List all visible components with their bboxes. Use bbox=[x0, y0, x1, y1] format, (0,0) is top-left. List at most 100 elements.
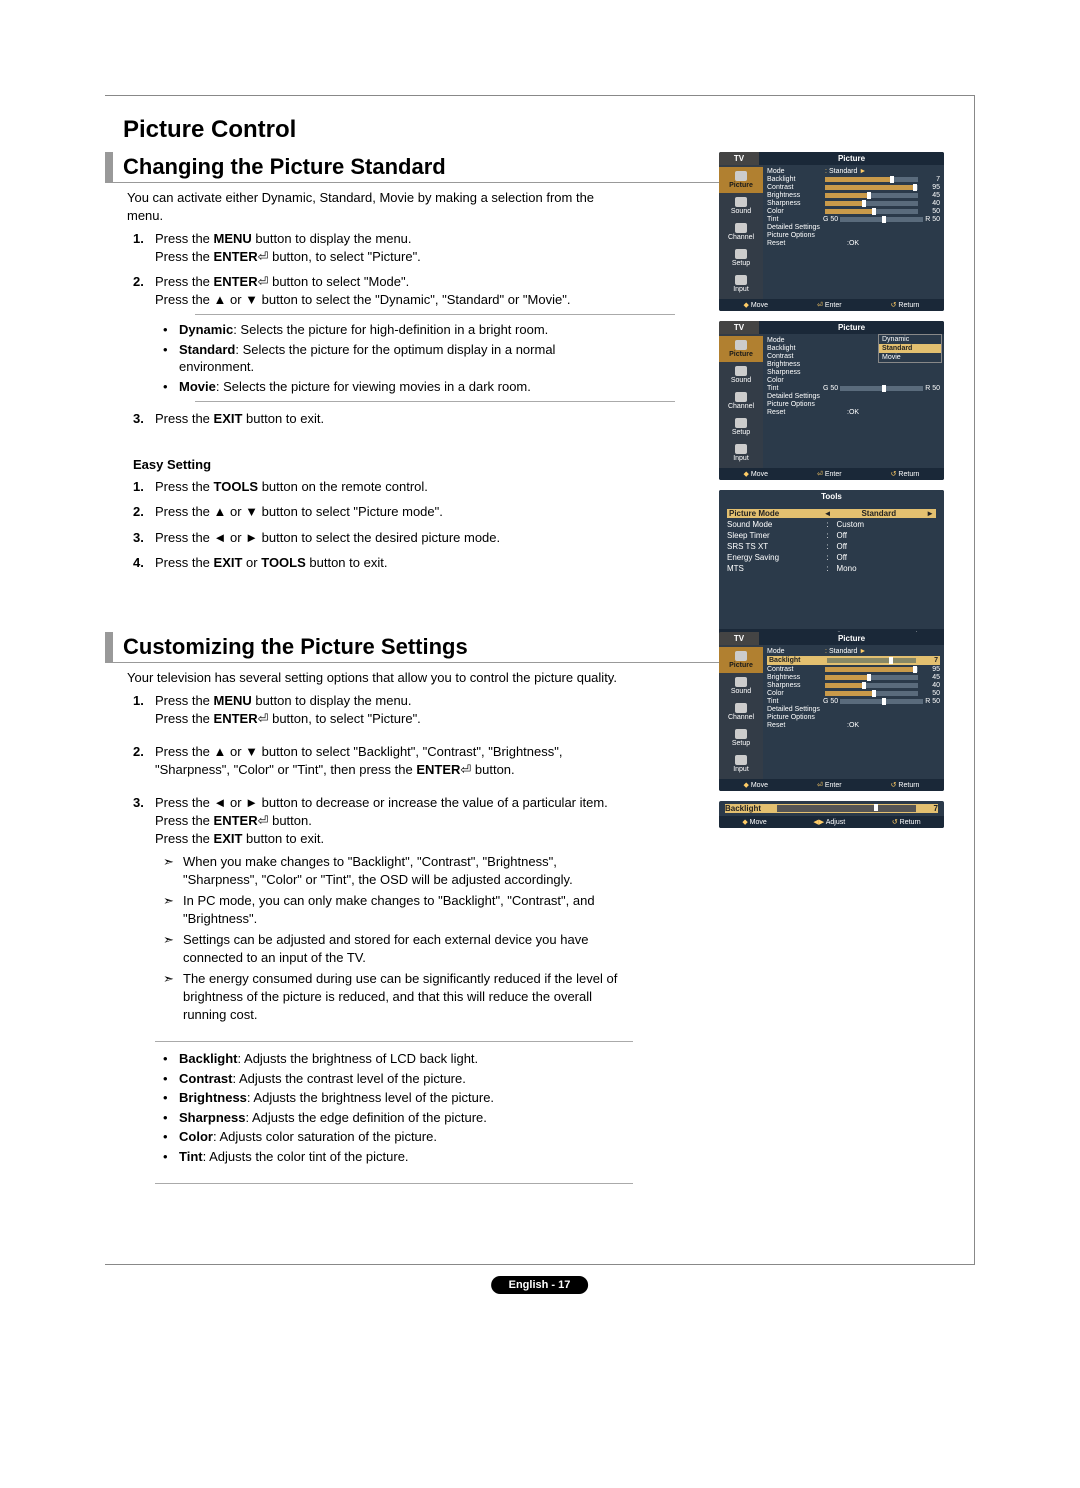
tools-srs[interactable]: SRS TS XT:Off bbox=[727, 542, 936, 551]
step-text: Press the EXIT or TOOLS button to exit. bbox=[155, 555, 387, 570]
tools-sleep-timer[interactable]: Sleep Timer:Off bbox=[727, 531, 936, 540]
row-backlight-selected[interactable]: Backlight7 bbox=[767, 656, 940, 665]
osd-sidebar: Picture Sound Channel Setup Input bbox=[719, 334, 763, 468]
enter-hint: Enter bbox=[817, 470, 842, 478]
row-contrast[interactable]: Contrast95 bbox=[767, 184, 940, 191]
divider bbox=[195, 401, 675, 402]
easy-step-1: 1.Press the TOOLS button on the remote c… bbox=[133, 478, 633, 496]
divider bbox=[195, 314, 675, 315]
row-color[interactable]: Color50 bbox=[767, 208, 940, 215]
row-options[interactable]: Picture Options bbox=[767, 714, 940, 721]
nav-picture[interactable]: Picture bbox=[719, 336, 763, 362]
nav-setup[interactable]: Setup bbox=[719, 725, 763, 751]
row-mode[interactable]: Mode:Standard► bbox=[767, 648, 940, 655]
opt-standard[interactable]: Standard bbox=[879, 344, 941, 353]
tools-picture-mode[interactable]: Picture Mode◄ Standard ► bbox=[727, 509, 936, 518]
row-detailed[interactable]: Detailed Settings bbox=[767, 224, 940, 231]
easy-step-3: 3.Press the ◄ or ► button to select the … bbox=[133, 529, 633, 547]
row-brightness[interactable]: Brightness45 bbox=[767, 192, 940, 199]
step-text: Press the TOOLS button on the remote con… bbox=[155, 479, 428, 494]
opt-movie[interactable]: Movie bbox=[879, 353, 941, 362]
osd-footer: Move Enter Return bbox=[719, 779, 944, 791]
row-sharpness[interactable]: Sharpness40 bbox=[767, 682, 940, 689]
tv-badge: TV bbox=[719, 152, 759, 165]
definitions-list: Backlight: Adjusts the brightness of LCD… bbox=[155, 1050, 633, 1165]
row-tint[interactable]: TintG 50R 50 bbox=[767, 385, 940, 392]
row-reset[interactable]: Reset: OK bbox=[767, 240, 940, 247]
tools-sound-mode[interactable]: Sound Mode:Custom bbox=[727, 520, 936, 529]
row-color[interactable]: Color50 bbox=[767, 690, 940, 697]
intro-text: You can activate either Dynamic, Standar… bbox=[127, 189, 617, 224]
page-title: Picture Control bbox=[123, 116, 944, 144]
divider bbox=[155, 1183, 633, 1184]
opt-dynamic[interactable]: Dynamic bbox=[879, 335, 941, 344]
row-backlight[interactable]: Backlight7 bbox=[767, 176, 940, 183]
note-4: The energy consumed during use can be si… bbox=[169, 970, 633, 1023]
nav-sound[interactable]: Sound bbox=[719, 362, 763, 388]
step-3: 3. Press the EXIT button to exit. bbox=[133, 410, 633, 428]
def-color: Color: Adjusts color saturation of the p… bbox=[169, 1128, 633, 1146]
nav-picture[interactable]: Picture bbox=[719, 647, 763, 673]
step-text: Press the ▲ or ▼ button to select "Backl… bbox=[155, 744, 562, 777]
osd-tools: Tools Picture Mode◄ Standard ► Sound Mod… bbox=[719, 490, 944, 641]
steps-list: 1. Press the MENU button to display the … bbox=[133, 230, 633, 428]
bullet-movie: Movie: Selects the picture for viewing m… bbox=[169, 378, 633, 396]
return-hint: Return bbox=[891, 301, 920, 309]
def-contrast: Contrast: Adjusts the contrast level of … bbox=[169, 1070, 633, 1088]
channel-icon bbox=[735, 392, 747, 402]
page-number-badge: English - 17 bbox=[491, 1276, 589, 1294]
step-text: Press the ENTER⏎ button to select "Mode"… bbox=[155, 274, 570, 307]
row-mode[interactable]: Mode:Standard► bbox=[767, 168, 940, 175]
row-contrast[interactable]: Contrast95 bbox=[767, 666, 940, 673]
adjust-hint: Adjust bbox=[813, 818, 845, 826]
tools-energy[interactable]: Energy Saving:Off bbox=[727, 553, 936, 562]
row-color[interactable]: Color bbox=[767, 377, 940, 384]
easy-step-2: 2.Press the ▲ or ▼ button to select "Pic… bbox=[133, 503, 633, 521]
step-2: 2. Press the ▲ or ▼ button to select "Ba… bbox=[133, 743, 633, 778]
row-reset[interactable]: Reset: OK bbox=[767, 409, 940, 416]
row-tint[interactable]: TintG 50R 50 bbox=[767, 698, 940, 705]
nav-setup[interactable]: Setup bbox=[719, 414, 763, 440]
row-sharpness[interactable]: Sharpness40 bbox=[767, 200, 940, 207]
easy-step-4: 4.Press the EXIT or TOOLS button to exit… bbox=[133, 554, 633, 572]
row-detailed[interactable]: Detailed Settings bbox=[767, 706, 940, 713]
nav-sound[interactable]: Sound bbox=[719, 673, 763, 699]
backlight-slider[interactable]: Backlight 7 bbox=[725, 804, 938, 813]
osd-title: Picture bbox=[759, 321, 944, 334]
picture-icon bbox=[735, 651, 747, 661]
row-detailed[interactable]: Detailed Settings bbox=[767, 393, 940, 400]
row-sharpness[interactable]: Sharpness bbox=[767, 369, 940, 376]
nav-setup[interactable]: Setup bbox=[719, 245, 763, 271]
osd-column: TV Picture Picture Sound Channel Setup I… bbox=[719, 152, 944, 651]
nav-input[interactable]: Input bbox=[719, 440, 763, 466]
row-options[interactable]: Picture Options bbox=[767, 401, 940, 408]
step-text: Press the ◄ or ► button to select the de… bbox=[155, 530, 500, 545]
row-brightness[interactable]: Brightness45 bbox=[767, 674, 940, 681]
move-hint: Move bbox=[744, 470, 768, 478]
nav-channel[interactable]: Channel bbox=[719, 699, 763, 725]
osd-sidebar: Picture Sound Channel Setup Input bbox=[719, 645, 763, 779]
tools-mts[interactable]: MTS:Mono bbox=[727, 564, 936, 573]
return-hint: Return bbox=[891, 470, 920, 478]
osd-items: Mode:Standard► Backlight7 Contrast95 Bri… bbox=[763, 165, 944, 299]
nav-channel[interactable]: Channel bbox=[719, 219, 763, 245]
nav-sound[interactable]: Sound bbox=[719, 193, 763, 219]
notes-list: When you make changes to "Backlight", "C… bbox=[155, 853, 633, 1023]
nav-picture[interactable]: Picture bbox=[719, 167, 763, 193]
osd-sidebar: Picture Sound Channel Setup Input bbox=[719, 165, 763, 299]
nav-input[interactable]: Input bbox=[719, 271, 763, 297]
step-text: Press the MENU button to display the men… bbox=[155, 693, 421, 726]
def-brightness: Brightness: Adjusts the brightness level… bbox=[169, 1089, 633, 1107]
nav-channel[interactable]: Channel bbox=[719, 388, 763, 414]
nav-input[interactable]: Input bbox=[719, 751, 763, 777]
channel-icon bbox=[735, 703, 747, 713]
mode-dropdown[interactable]: Dynamic Standard Movie bbox=[878, 334, 942, 363]
row-options[interactable]: Picture Options bbox=[767, 232, 940, 239]
setup-icon bbox=[735, 249, 747, 259]
step-1: 1. Press the MENU button to display the … bbox=[133, 692, 633, 727]
enter-hint: Enter bbox=[817, 301, 842, 309]
osd-footer: Move Adjust Return bbox=[719, 816, 944, 828]
osd-column: TV Picture Picture Sound Channel Setup I… bbox=[719, 632, 944, 838]
row-tint[interactable]: TintG 50R 50 bbox=[767, 216, 940, 223]
row-reset[interactable]: Reset: OK bbox=[767, 722, 940, 729]
